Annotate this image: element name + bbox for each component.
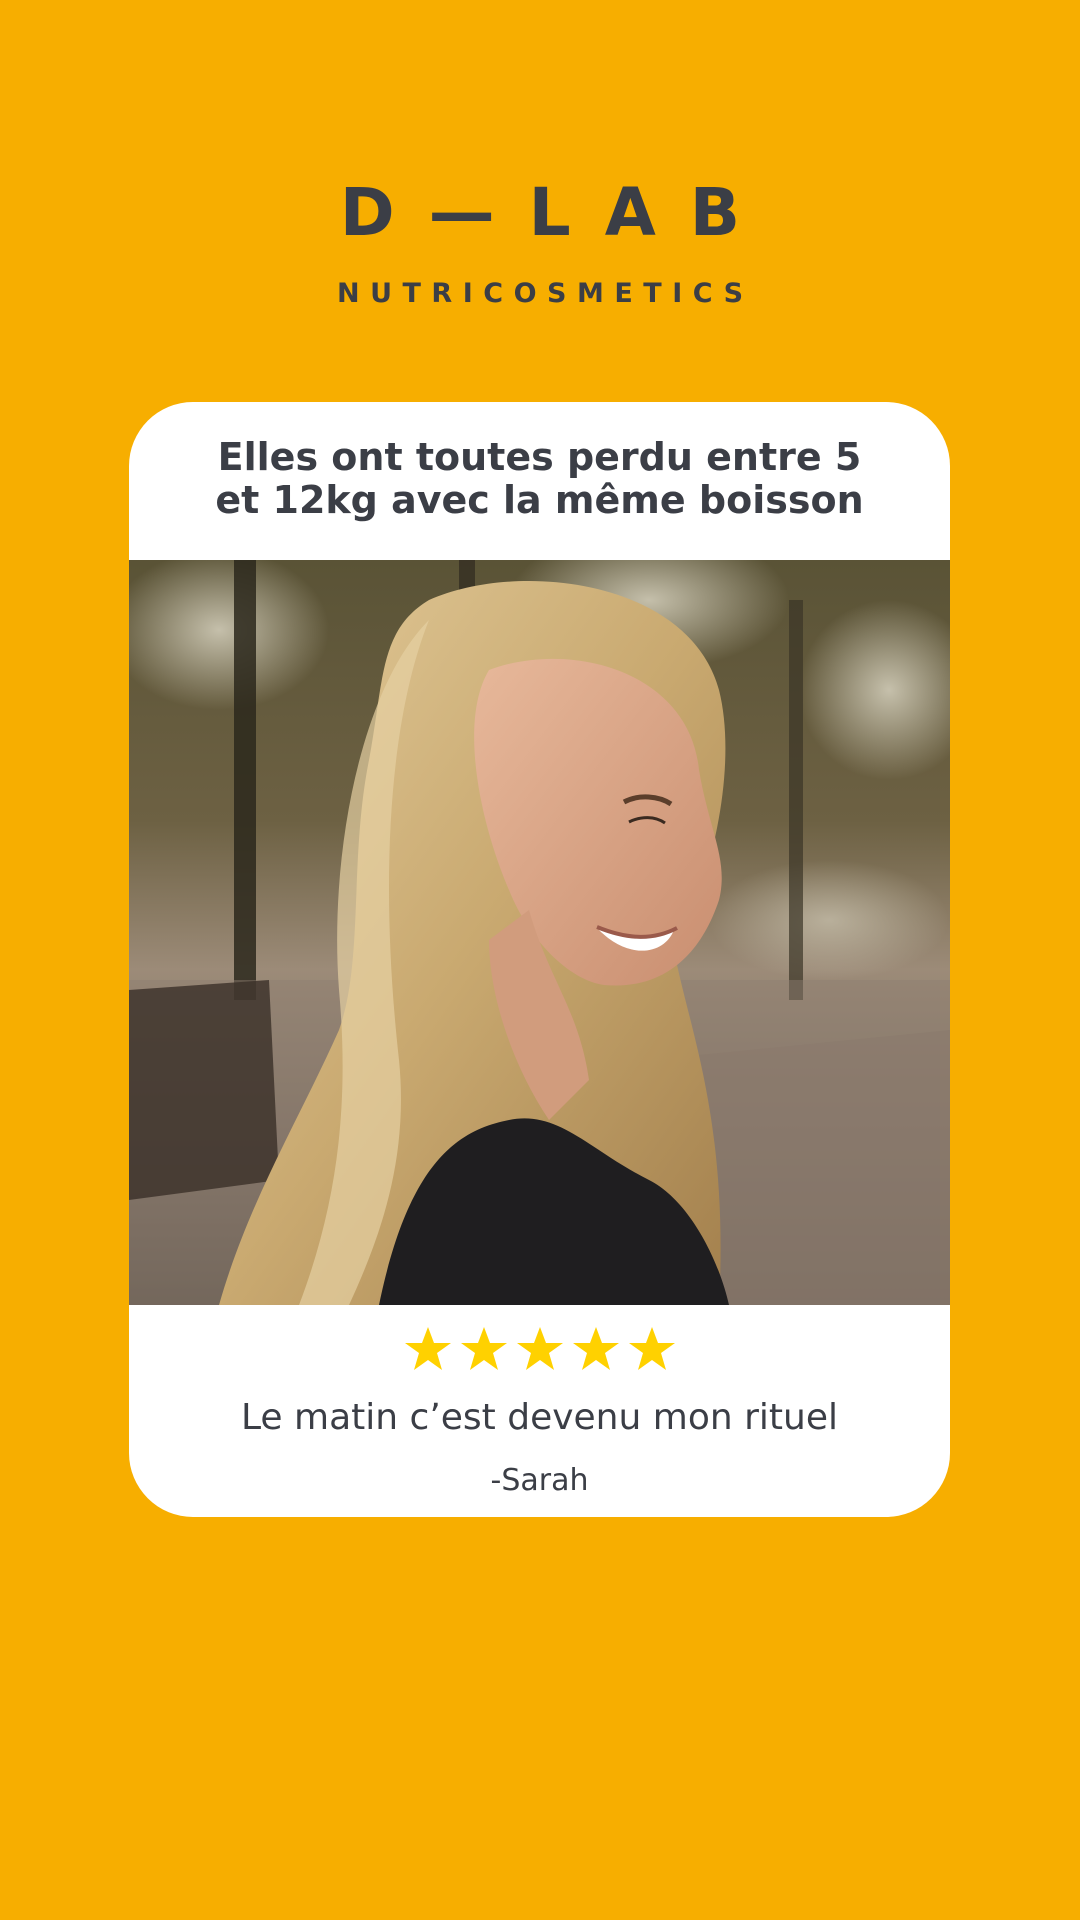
testimonial-card: Elles ont toutes perdu entre 5 et 12kg a… [129, 402, 950, 1517]
testimonial-photo [129, 560, 950, 1305]
testimonial-author: -Sarah [490, 1463, 589, 1498]
star-icon [571, 1325, 621, 1373]
portrait-image [129, 560, 950, 1305]
headline-line-2: et 12kg avec la même boisson [215, 478, 864, 522]
star-icon [403, 1325, 453, 1373]
star-icon [515, 1325, 565, 1373]
brand-name: D—LAB [339, 174, 775, 251]
star-rating [129, 1325, 950, 1373]
star-icon [627, 1325, 677, 1373]
testimonial-quote: Le matin c’est devenu mon rituel [241, 1397, 838, 1438]
headline-line-1: Elles ont toutes perdu entre 5 [217, 435, 862, 479]
brand-logo: D—LAB NUTRICOSMETICS [0, 174, 1080, 309]
star-icon [459, 1325, 509, 1373]
brand-subtitle: NUTRICOSMETICS [336, 278, 754, 309]
headline: Elles ont toutes perdu entre 5 et 12kg a… [129, 436, 950, 522]
